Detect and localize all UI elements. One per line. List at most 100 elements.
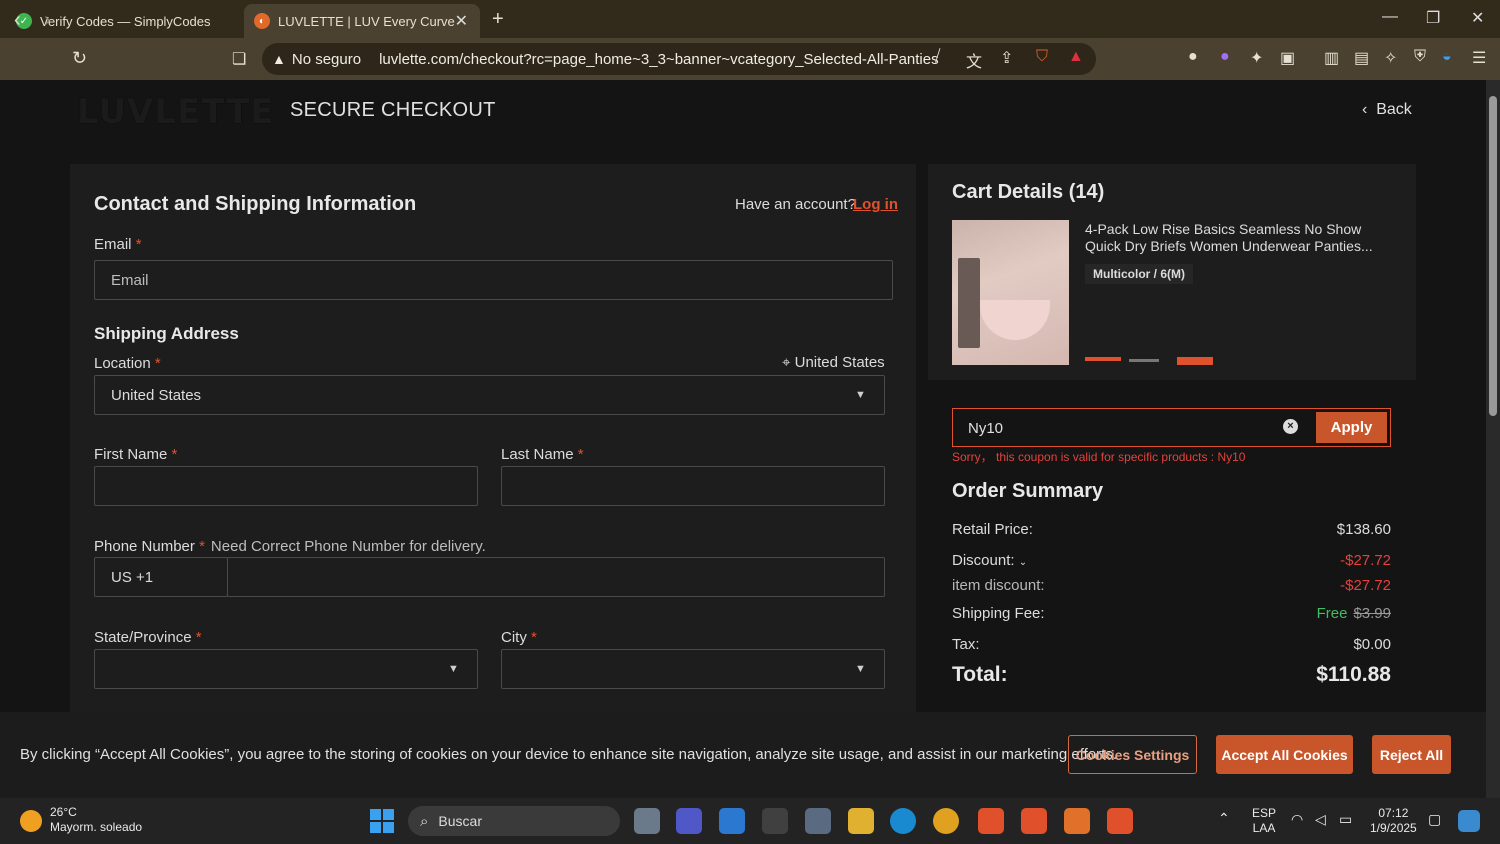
brave-icon-active[interactable] [1107, 808, 1133, 834]
copilot-icon[interactable] [1458, 810, 1480, 832]
extensions-puzzle-icon[interactable]: ✦ [1250, 48, 1263, 68]
bookmark-icon[interactable]: ❏ [232, 49, 246, 69]
reader-mode-icon[interactable]: ⧸ [935, 48, 940, 66]
luvlette-favicon-icon: ◐ [254, 13, 270, 29]
file-explorer-icon[interactable] [848, 808, 874, 834]
clear-icon[interactable]: × [1283, 419, 1298, 434]
coupon-input[interactable]: Ny10 [968, 420, 1003, 437]
retail-label: Retail Price: [952, 521, 1033, 538]
brave-shield-icon[interactable]: ⛉ [1036, 48, 1048, 66]
email-label: Email * [94, 236, 142, 253]
language-indicator[interactable]: ESP LAA [1252, 806, 1276, 836]
chrome-icon[interactable] [933, 808, 959, 834]
location-label: Location * [94, 355, 161, 372]
scrollbar-thumb[interactable] [1489, 96, 1497, 416]
first-name-field[interactable] [94, 466, 478, 506]
brave-icon-2[interactable] [1021, 808, 1047, 834]
calculator-icon[interactable] [805, 808, 831, 834]
luvlette-logo[interactable]: LUVLETTE [77, 92, 275, 132]
screenshot-icon[interactable]: ▣ [1280, 48, 1295, 68]
app-icon[interactable] [762, 808, 788, 834]
close-tab-icon[interactable]: ✕ [455, 11, 468, 31]
wifi-icon[interactable]: ◠ [1291, 812, 1303, 827]
translate-icon[interactable]: 文 [966, 48, 982, 72]
forward-arrow-icon[interactable]: › [44, 9, 51, 32]
sidebar-icon[interactable]: ▥ [1324, 48, 1339, 68]
brave-icon-3[interactable] [1064, 808, 1090, 834]
product-image[interactable] [952, 220, 1069, 365]
product-variant: Multicolor / 6(M) [1085, 264, 1193, 284]
weather-widget[interactable]: 26°C Mayorm. soleado [50, 805, 142, 835]
edge-extension-icon[interactable]: ◒ [1442, 48, 1452, 66]
email-field[interactable]: Email [94, 260, 893, 300]
apply-button[interactable]: Apply [1316, 412, 1387, 443]
location-select[interactable]: United States [94, 375, 885, 415]
tab-luvlette[interactable]: ◐ LUVLETTE | LUV Every Curve ✕ [244, 4, 480, 38]
state-label: State/Province * [94, 629, 202, 646]
maximize-icon[interactable]: ❐ [1426, 8, 1440, 28]
edge-icon[interactable] [890, 808, 916, 834]
minimize-icon[interactable]: — [1382, 8, 1398, 26]
new-tab-icon[interactable]: + [492, 8, 504, 31]
tab-simplycodes[interactable]: ✓ Verify Codes — SimplyCodes [6, 4, 242, 38]
reload-icon[interactable]: ↻ [72, 48, 87, 69]
windows-start-icon[interactable] [370, 809, 394, 833]
product-name[interactable]: 4-Pack Low Rise Basics Seamless No Show … [1085, 221, 1385, 255]
chevron-down-icon: ▼ [855, 663, 866, 675]
tax-value: $0.00 [1353, 636, 1391, 653]
chevron-left-icon: ‹ [1362, 101, 1377, 118]
teams-icon[interactable] [676, 808, 702, 834]
phone-label: Phone Number * Need Correct Phone Number … [94, 538, 486, 555]
detected-location[interactable]: ⌖ United States [782, 354, 885, 371]
phone-number-field[interactable] [227, 557, 885, 597]
last-name-field[interactable] [501, 466, 885, 506]
phone-country-code[interactable]: US +1 [94, 557, 228, 597]
brave-rewards-icon[interactable]: ▲ [1068, 48, 1084, 66]
reject-all-button[interactable]: Reject All [1372, 735, 1451, 774]
city-label: City * [501, 629, 537, 646]
leo-ai-icon[interactable]: ✧ [1384, 48, 1397, 68]
back-arrow-icon[interactable]: ‹ [14, 9, 21, 32]
have-account-text: Have an account? [735, 196, 856, 213]
accept-all-cookies-button[interactable]: Accept All Cookies [1216, 735, 1353, 774]
mute-icon[interactable]: ◁ [1315, 812, 1326, 827]
notifications-icon[interactable]: ▢ [1428, 812, 1441, 827]
menu-icon[interactable]: ☰ [1472, 48, 1486, 68]
total-value: $110.88 [1316, 663, 1391, 686]
total-label: Total: [952, 663, 1008, 686]
cookies-settings-button[interactable]: Cookies Settings [1068, 735, 1197, 774]
close-window-icon[interactable]: ✕ [1471, 8, 1484, 28]
back-link[interactable]: ‹ Back [1362, 101, 1412, 119]
shipping-heading: Shipping Address [94, 324, 239, 343]
share-icon[interactable]: ⇪ [1000, 48, 1013, 68]
login-link[interactable]: Log in [853, 196, 898, 213]
tab-title: LUVLETTE | LUV Every Curve [278, 13, 455, 29]
location-pin-icon: ⌖ [782, 354, 795, 371]
tax-label: Tax: [952, 636, 980, 653]
tray-chevron-up-icon[interactable]: ⌃ [1218, 811, 1230, 826]
chevron-down-icon: ▼ [855, 389, 866, 401]
retail-value: $138.60 [1336, 521, 1391, 538]
extension-circle-icon[interactable]: ● [1188, 48, 1198, 66]
battery-icon[interactable]: ▭ [1339, 812, 1352, 827]
security-status: No seguro [291, 50, 362, 68]
city-select[interactable] [501, 649, 885, 689]
last-name-label: Last Name * [501, 446, 584, 463]
task-view-icon[interactable] [634, 808, 660, 834]
coupon-error: Sorry， this coupon is valid for specific… [952, 450, 1246, 464]
order-summary-heading: Order Summary [952, 480, 1104, 502]
item-discount-label: item discount: [952, 577, 1045, 594]
store-icon[interactable] [719, 808, 745, 834]
weather-sun-icon[interactable] [20, 810, 42, 832]
clock[interactable]: 07:12 1/9/2025 [1370, 806, 1417, 836]
vpn-icon[interactable]: ⛨ [1414, 48, 1426, 66]
discount-toggle[interactable]: Discount: ⌄ [952, 552, 1027, 569]
contact-heading: Contact and Shipping Information [94, 193, 417, 215]
brave-icon[interactable] [978, 808, 1004, 834]
extension-purple-icon[interactable]: ● [1220, 48, 1230, 66]
discount-value: -$27.72 [1340, 552, 1391, 569]
taskbar-search[interactable]: ⌕ Buscar [408, 806, 620, 836]
shipping-fee-label: Shipping Fee: [952, 605, 1045, 622]
wallet-icon[interactable]: ▤ [1354, 48, 1369, 68]
state-select[interactable] [94, 649, 478, 689]
